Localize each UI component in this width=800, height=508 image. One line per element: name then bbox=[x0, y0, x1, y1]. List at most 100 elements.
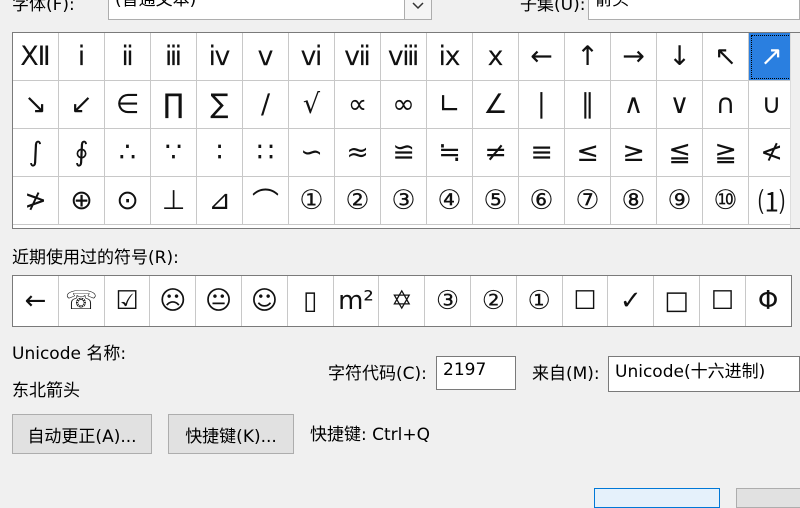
symbol-cell[interactable]: ∩ bbox=[703, 81, 749, 129]
symbol-cell[interactable]: ∕ bbox=[243, 81, 289, 129]
symbol-cell[interactable]: ≥ bbox=[611, 129, 657, 177]
symbol-cell[interactable]: ∷ bbox=[243, 129, 289, 177]
symbol-cell[interactable]: √ bbox=[289, 81, 335, 129]
symbol-cell[interactable]: ⅱ bbox=[105, 33, 151, 81]
symbol-cell[interactable]: ≈ bbox=[335, 129, 381, 177]
symbol-cell[interactable]: ∠ bbox=[473, 81, 519, 129]
char-code-input[interactable]: 2197 bbox=[436, 356, 516, 390]
symbol-cell[interactable]: ≡ bbox=[519, 129, 565, 177]
cancel-button[interactable] bbox=[736, 488, 800, 508]
symbol-cell[interactable]: ⌒ bbox=[243, 177, 289, 225]
symbol-cell[interactable]: ⑧ bbox=[611, 177, 657, 225]
recent-symbol-cell[interactable]: ☏ bbox=[59, 276, 105, 326]
recent-symbol-cell[interactable]: ▯ bbox=[288, 276, 334, 326]
from-select[interactable]: Unicode(十六进制) bbox=[608, 356, 800, 392]
symbol-cell[interactable]: ≤ bbox=[565, 129, 611, 177]
symbol-cell[interactable]: ⅲ bbox=[151, 33, 197, 81]
symbol-cell[interactable]: ⑦ bbox=[565, 177, 611, 225]
symbol-cell[interactable]: ∏ bbox=[151, 81, 197, 129]
recent-symbol-cell[interactable]: ☐ bbox=[563, 276, 609, 326]
recent-symbol-cell[interactable]: ② bbox=[471, 276, 517, 326]
symbol-cell[interactable]: ↓ bbox=[657, 33, 703, 81]
symbol-cell[interactable]: ∣ bbox=[519, 81, 565, 129]
recent-symbol-cell[interactable]: ☹ bbox=[150, 276, 197, 326]
symbol-cell[interactable]: ⅹ bbox=[473, 33, 519, 81]
recent-symbol-cell[interactable]: ← bbox=[13, 276, 59, 326]
recent-symbol-cell[interactable]: 😐 bbox=[196, 276, 242, 326]
subset-select[interactable]: 箭头 bbox=[588, 0, 800, 20]
subset-select-value: 箭头 bbox=[595, 0, 629, 10]
symbol-cell[interactable]: ∪ bbox=[749, 81, 795, 129]
symbol-cell[interactable]: ⅴ bbox=[243, 33, 289, 81]
symbol-cell[interactable]: ≒ bbox=[427, 129, 473, 177]
symbol-cell[interactable]: ↖ bbox=[703, 33, 749, 81]
symbol-cell[interactable]: ↘ bbox=[13, 81, 59, 129]
symbol-cell[interactable]: ⅶ bbox=[335, 33, 381, 81]
symbol-cell[interactable]: ⊙ bbox=[105, 177, 151, 225]
symbol-cell[interactable]: ≦ bbox=[657, 129, 703, 177]
symbol-cell[interactable]: ∮ bbox=[59, 129, 105, 177]
symbol-cell[interactable]: ⅷ bbox=[381, 33, 427, 81]
symbol-cell[interactable]: ∥ bbox=[565, 81, 611, 129]
symbol-cell[interactable]: ③ bbox=[381, 177, 427, 225]
symbol-cell[interactable]: ∟ bbox=[427, 81, 473, 129]
symbol-cell[interactable]: ↑ bbox=[565, 33, 611, 81]
symbol-cell[interactable]: ① bbox=[289, 177, 335, 225]
symbol-cell[interactable]: ∈ bbox=[105, 81, 151, 129]
recent-symbol-cell[interactable]: Φ bbox=[746, 276, 791, 326]
recent-symbol-cell[interactable]: ☐ bbox=[700, 276, 746, 326]
recent-symbol-cell[interactable]: ✓ bbox=[608, 276, 655, 326]
autocorrect-button[interactable]: 自动更正(A)... bbox=[12, 414, 152, 454]
symbol-cell[interactable]: ≌ bbox=[381, 129, 427, 177]
chevron-down-icon[interactable] bbox=[404, 0, 431, 19]
symbol-cell[interactable]: ∑ bbox=[197, 81, 243, 129]
insert-button[interactable] bbox=[594, 488, 720, 508]
symbol-cell[interactable]: ∶ bbox=[197, 129, 243, 177]
symbol-cell[interactable]: ⑥ bbox=[519, 177, 565, 225]
symbol-cell[interactable]: ∫ bbox=[13, 129, 59, 177]
symbol-cell[interactable]: ⑤ bbox=[473, 177, 519, 225]
symbol-cell[interactable]: ≠ bbox=[473, 129, 519, 177]
symbol-cell[interactable]: ← bbox=[519, 33, 565, 81]
recent-symbols[interactable]: ← ☏ ☑ ☹ 😐 ☺ ▯ m² ✡ ③ ② ① ☐ ✓ □ ☐ Φ bbox=[12, 275, 792, 327]
symbol-cell[interactable]: ⊿ bbox=[197, 177, 243, 225]
symbol-grid[interactable]: Ⅻⅰ ⅱ ⅲ ⅳ ⅴ ⅵ ⅶ ⅷ ⅸ ⅹ ← ↑ → ↓ ↖ ↗ ↘ ↙ ∈ ∏ ∑ ∕ √ ∝ ∞ ∟ ∠ ∣ ∥ ∧ ∨ ∩ ∪ ∫ ∮ ∴ ∵ ∶ ∷… bbox=[12, 32, 800, 229]
recent-symbol-cell[interactable]: ☺ bbox=[242, 276, 288, 326]
recent-symbol-cell[interactable]: ☑ bbox=[105, 276, 151, 326]
recent-symbol-cell[interactable]: m² bbox=[334, 276, 380, 326]
symbol-cell[interactable]: → bbox=[611, 33, 657, 81]
symbol-cell[interactable]: ∝ bbox=[335, 81, 381, 129]
symbol-cell[interactable]: ④ bbox=[427, 177, 473, 225]
symbol-cell[interactable]: ↙ bbox=[59, 81, 105, 129]
symbol-cell[interactable]: ∨ bbox=[657, 81, 703, 129]
grid-scrollbar[interactable] bbox=[790, 33, 800, 228]
symbol-cell[interactable]: ⑩ bbox=[703, 177, 749, 225]
recent-symbol-cell[interactable]: ① bbox=[517, 276, 563, 326]
symbol-cell[interactable]: ⅸ bbox=[427, 33, 473, 81]
symbol-cell[interactable]: ∵ bbox=[151, 129, 197, 177]
symbol-cell[interactable]: ≯ bbox=[13, 177, 59, 225]
symbol-cell[interactable]: ⑴ bbox=[749, 177, 795, 225]
symbol-cell[interactable]: ∧ bbox=[611, 81, 657, 129]
symbol-cell[interactable]: ↗ bbox=[749, 33, 795, 81]
recent-symbol-cell[interactable]: □ bbox=[654, 276, 700, 326]
symbol-cell[interactable]: ② bbox=[335, 177, 381, 225]
symbol-cell[interactable]: ⅵ bbox=[289, 33, 335, 81]
symbol-cell[interactable]: ⑨ bbox=[657, 177, 703, 225]
symbol-cell[interactable]: Ⅻ bbox=[13, 33, 59, 81]
symbol-cell[interactable]: ∽ bbox=[289, 129, 335, 177]
shortcut-key-button[interactable]: 快捷键(K)... bbox=[168, 414, 294, 454]
symbol-cell[interactable]: ≧ bbox=[703, 129, 749, 177]
font-select[interactable]: (普通文本) bbox=[108, 0, 432, 20]
symbol-cell[interactable]: ≮ bbox=[749, 129, 795, 177]
from-label: 来自(M): bbox=[532, 364, 600, 384]
unicode-name-value: 东北箭头 bbox=[12, 381, 80, 401]
symbol-cell[interactable]: ⅳ bbox=[197, 33, 243, 81]
symbol-cell[interactable]: ⊥ bbox=[151, 177, 197, 225]
recent-symbol-cell[interactable]: ③ bbox=[425, 276, 471, 326]
symbol-cell[interactable]: ∴ bbox=[105, 129, 151, 177]
symbol-cell[interactable]: ⊕ bbox=[59, 177, 105, 225]
symbol-cell[interactable]: ∞ bbox=[381, 81, 427, 129]
recent-symbol-cell[interactable]: ✡ bbox=[379, 276, 426, 326]
symbol-cell[interactable]: ⅰ bbox=[59, 33, 105, 81]
